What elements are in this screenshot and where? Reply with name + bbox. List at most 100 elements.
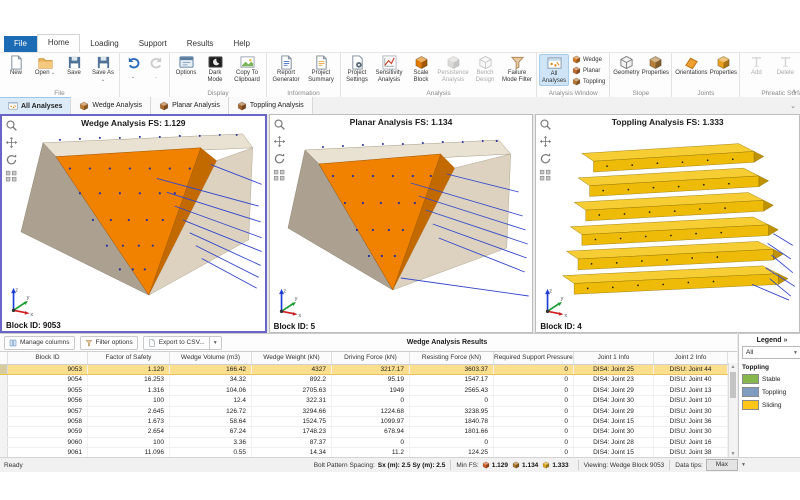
pan-tool-icon[interactable] — [5, 136, 18, 149]
table-cell[interactable]: DIS4: Joint 23 — [574, 375, 654, 384]
table-cell[interactable]: DIS4: Joint 15 — [574, 417, 654, 426]
table-cell[interactable]: 0 — [494, 396, 574, 405]
table-cell[interactable]: 1547.17 — [410, 375, 494, 384]
planar-view-panel[interactable]: Planar Analysis FS: 1.134 — [269, 114, 534, 333]
wedge-view-panel[interactable]: Wedge Analysis FS: 1.129 — [0, 114, 267, 333]
table-cell[interactable]: 892.2 — [252, 375, 332, 384]
table-row[interactable]: 90531.129166.4243273217.173603.370DIS4: … — [0, 365, 737, 375]
table-cell[interactable]: 3.36 — [170, 438, 252, 447]
table-cell[interactable]: DIS4: Joint 25 — [574, 365, 654, 374]
table-cell[interactable]: DISU: Joint 13 — [654, 386, 728, 395]
table-cell[interactable]: 1801.66 — [410, 427, 494, 436]
table-cell[interactable]: 9060 — [8, 438, 88, 447]
new-button[interactable]: New — [2, 54, 30, 78]
tab-toppling-analysis[interactable]: Toppling Analysis — [229, 97, 313, 114]
rotate-tool-icon[interactable] — [5, 153, 18, 166]
table-cell[interactable]: 0 — [494, 427, 574, 436]
zoom-extents-icon[interactable] — [273, 169, 286, 182]
table-cell[interactable]: 9053 — [8, 365, 88, 374]
table-row[interactable]: 90592.65467.241748.23678.941801.660DIS4:… — [0, 427, 737, 437]
undo-button[interactable]: ⌄ — [122, 54, 144, 80]
table-cell[interactable]: DISU: Joint 36 — [654, 417, 728, 426]
table-cell[interactable]: DISU: Joint 40 — [654, 375, 728, 384]
table-cell[interactable]: 34.32 — [170, 375, 252, 384]
export-csv-dropdown-icon[interactable]: ▼ — [209, 336, 222, 350]
table-cell[interactable]: DISU: Joint 30 — [654, 427, 728, 436]
table-cell[interactable]: 1949 — [332, 386, 410, 395]
table-cell[interactable]: 0 — [494, 438, 574, 447]
column-header[interactable]: Wedge Weight (kN) — [252, 352, 332, 364]
rotate-tool-icon[interactable] — [273, 152, 286, 165]
table-cell[interactable]: 9059 — [8, 427, 88, 436]
table-cell[interactable]: DIS4: Joint 29 — [574, 386, 654, 395]
table-cell[interactable]: 0 — [332, 438, 410, 447]
legend-filter-select[interactable]: All▼ — [742, 346, 800, 359]
table-cell[interactable]: 16.253 — [88, 375, 170, 384]
table-row[interactable]: 905610012.4322.31000DIS4: Joint 30DISU: … — [0, 396, 737, 406]
column-header[interactable]: Driving Force (kN) — [332, 352, 410, 364]
sensitivity-analysis-button[interactable]: Sensitivity Analysis — [372, 54, 406, 84]
table-cell[interactable]: 1.316 — [88, 386, 170, 395]
report-generator-button[interactable]: Report Generator — [269, 54, 303, 84]
table-cell[interactable]: 0 — [494, 365, 574, 374]
planar-window-button[interactable]: Planar — [570, 65, 607, 76]
table-cell[interactable]: 1224.68 — [332, 407, 410, 416]
data-tips-mode-button[interactable]: Max — [706, 459, 738, 471]
table-cell[interactable]: 3603.37 — [410, 365, 494, 374]
table-cell[interactable]: 104.06 — [170, 386, 252, 395]
column-header[interactable]: Wedge Volume (m3) — [170, 352, 252, 364]
table-cell[interactable]: 0 — [410, 438, 494, 447]
column-header[interactable]: Joint 2 Info — [654, 352, 728, 364]
table-cell[interactable]: 2705.63 — [252, 386, 332, 395]
rotate-tool-icon[interactable] — [539, 152, 552, 165]
table-cell[interactable]: DISU: Joint 30 — [654, 407, 728, 416]
phreatic-add-button[interactable]: Add — [742, 54, 770, 78]
all-analyses-button[interactable]: All Analyses — [539, 54, 569, 86]
zoom-extents-icon[interactable] — [5, 170, 18, 183]
table-row[interactable]: 90551.316104.062705.6319492565.430DIS4: … — [0, 386, 737, 396]
copy-to-clipboard-button[interactable]: Copy To Clipboard — [230, 54, 264, 84]
table-cell[interactable]: 9055 — [8, 386, 88, 395]
table-cell[interactable]: DIS4: Joint 30 — [574, 427, 654, 436]
table-cell[interactable]: 1.129 — [88, 365, 170, 374]
ribbon-tab-results[interactable]: Results — [177, 36, 224, 52]
table-cell[interactable]: DISU: Joint 44 — [654, 365, 728, 374]
column-header[interactable]: Resisting Force (kN) — [410, 352, 494, 364]
data-tips-dropdown-icon[interactable]: ▼ — [741, 462, 746, 468]
collapse-ribbon-icon[interactable]: ˄ — [792, 89, 796, 96]
zoom-extents-icon[interactable] — [539, 169, 552, 182]
ribbon-tab-loading[interactable]: Loading — [80, 36, 128, 52]
table-scrollbar[interactable]: ▲ ▼ — [728, 363, 737, 458]
table-cell[interactable]: 3238.95 — [410, 407, 494, 416]
table-cell[interactable]: 100 — [88, 438, 170, 447]
table-row[interactable]: 90581.67358.641524.751099.971840.780DIS4… — [0, 417, 737, 427]
table-row[interactable]: 90601003.3687.37000DIS4: Joint 28DISU: J… — [0, 438, 737, 448]
scale-block-button[interactable]: Scale Block — [407, 54, 435, 84]
table-cell[interactable]: 2.654 — [88, 427, 170, 436]
table-cell[interactable]: DISU: Joint 10 — [654, 396, 728, 405]
wedge-3d-scene[interactable] — [15, 129, 263, 303]
slope-geometry-button[interactable]: Geometry — [612, 54, 640, 78]
table-cell[interactable]: 678.94 — [332, 427, 410, 436]
pan-tool-icon[interactable] — [539, 135, 552, 148]
manage-columns-button[interactable]: Manage columns — [4, 336, 75, 350]
table-cell[interactable]: 1748.23 — [252, 427, 332, 436]
table-cell[interactable]: 126.72 — [170, 407, 252, 416]
tab-all-analyses[interactable]: All Analyses — [0, 97, 71, 114]
table-cell[interactable]: 322.31 — [252, 396, 332, 405]
table-cell[interactable]: DISU: Joint 16 — [654, 438, 728, 447]
table-cell[interactable]: 12.4 — [170, 396, 252, 405]
table-cell[interactable]: 0 — [410, 396, 494, 405]
table-cell[interactable]: DIS4: Joint 28 — [574, 438, 654, 447]
table-cell[interactable]: 0 — [332, 396, 410, 405]
orientations-button[interactable]: Orientations — [674, 54, 708, 78]
table-cell[interactable]: 166.42 — [170, 365, 252, 374]
export-csv-button[interactable]: Export to CSV... — [143, 336, 209, 350]
phreatic-delete-button[interactable]: Delete — [771, 54, 799, 78]
zoom-tool-icon[interactable] — [539, 118, 552, 131]
planar-3d-scene[interactable] — [283, 128, 531, 304]
dark-mode-button[interactable]: Dark Mode — [201, 54, 229, 84]
table-cell[interactable]: 9054 — [8, 375, 88, 384]
toppling-window-button[interactable]: Toppling — [570, 76, 607, 87]
project-settings-button[interactable]: Project Settings — [343, 54, 371, 84]
